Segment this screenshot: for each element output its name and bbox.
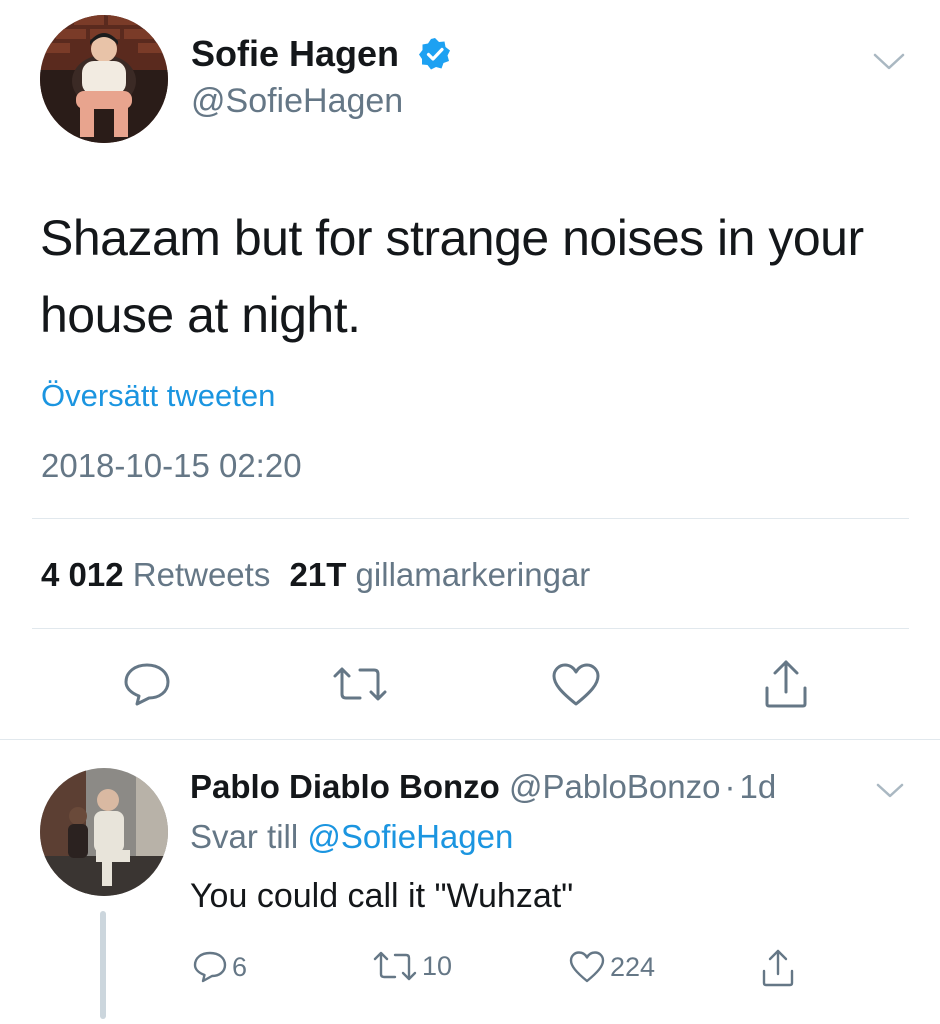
divider [32,628,909,629]
reply-retweet-count: 10 [422,950,453,981]
share-icon [765,660,807,708]
reply-share-button[interactable] [760,948,796,988]
reply-header: Pablo Diablo Bonzo @PabloBonzo · 1d [190,768,776,806]
reply-retweet-button[interactable]: 10 [372,950,452,982]
reply-like-button[interactable]: 224 [568,950,655,984]
retweet-button[interactable] [330,664,390,704]
reply-author-avatar[interactable] [40,768,168,896]
reply-reply-button[interactable]: 6 [192,950,247,984]
reply-to-label: Svar till [190,818,299,855]
like-stat[interactable]: 21T gillamarkeringar [290,556,591,593]
tweet-timestamp[interactable]: 2018-10-15 02:20 [41,447,302,485]
reply-like-count: 224 [610,951,656,982]
reply-chevron-down-icon[interactable] [876,783,904,799]
author-handle[interactable]: @SofieHagen [191,82,403,120]
divider [32,518,909,519]
retweet-count: 4 012 [41,556,124,593]
share-button[interactable] [762,658,810,710]
author-name[interactable]: Sofie Hagen [191,34,399,74]
reply-to-handle[interactable]: @SofieHagen [307,818,513,855]
reply-thread-line [100,911,106,1019]
tweet-text-line-2: house at night. [40,287,361,343]
like-label: gillamarkeringar [355,556,591,593]
reply-to-line: Svar till @SofieHagen [190,818,513,856]
reply-icon [124,663,170,706]
share-icon [762,949,794,987]
like-button[interactable] [551,662,601,708]
reply-separator: · [724,768,736,805]
tweet-stats: 4 012 Retweets 21T gillamarkeringar [41,556,590,594]
author-avatar[interactable] [40,15,168,143]
reply-button[interactable] [121,660,173,708]
reply-icon [193,951,227,983]
reply-author-name[interactable]: Pablo Diablo Bonzo [190,768,500,805]
reply-author-handle[interactable]: @PabloBonzo [509,768,720,805]
chevron-down-icon[interactable] [872,52,906,72]
like-icon [552,663,600,706]
tweet-text-line-1: Shazam but for strange noises in your [40,210,864,266]
like-count: 21T [289,556,347,593]
divider [0,739,940,740]
retweet-label: Retweets [132,556,271,593]
retweet-icon [333,667,387,701]
retweet-stat[interactable]: 4 012 Retweets [41,556,280,593]
reply-count: 6 [232,951,248,982]
retweet-icon [373,951,417,981]
verified-badge-icon [418,37,452,71]
translate-tweet-link[interactable]: Översätt tweeten [41,378,275,414]
reply-age[interactable]: 1d [739,768,776,805]
reply-text: You could call it "Wuhzat" [190,877,574,915]
like-icon [569,951,605,983]
